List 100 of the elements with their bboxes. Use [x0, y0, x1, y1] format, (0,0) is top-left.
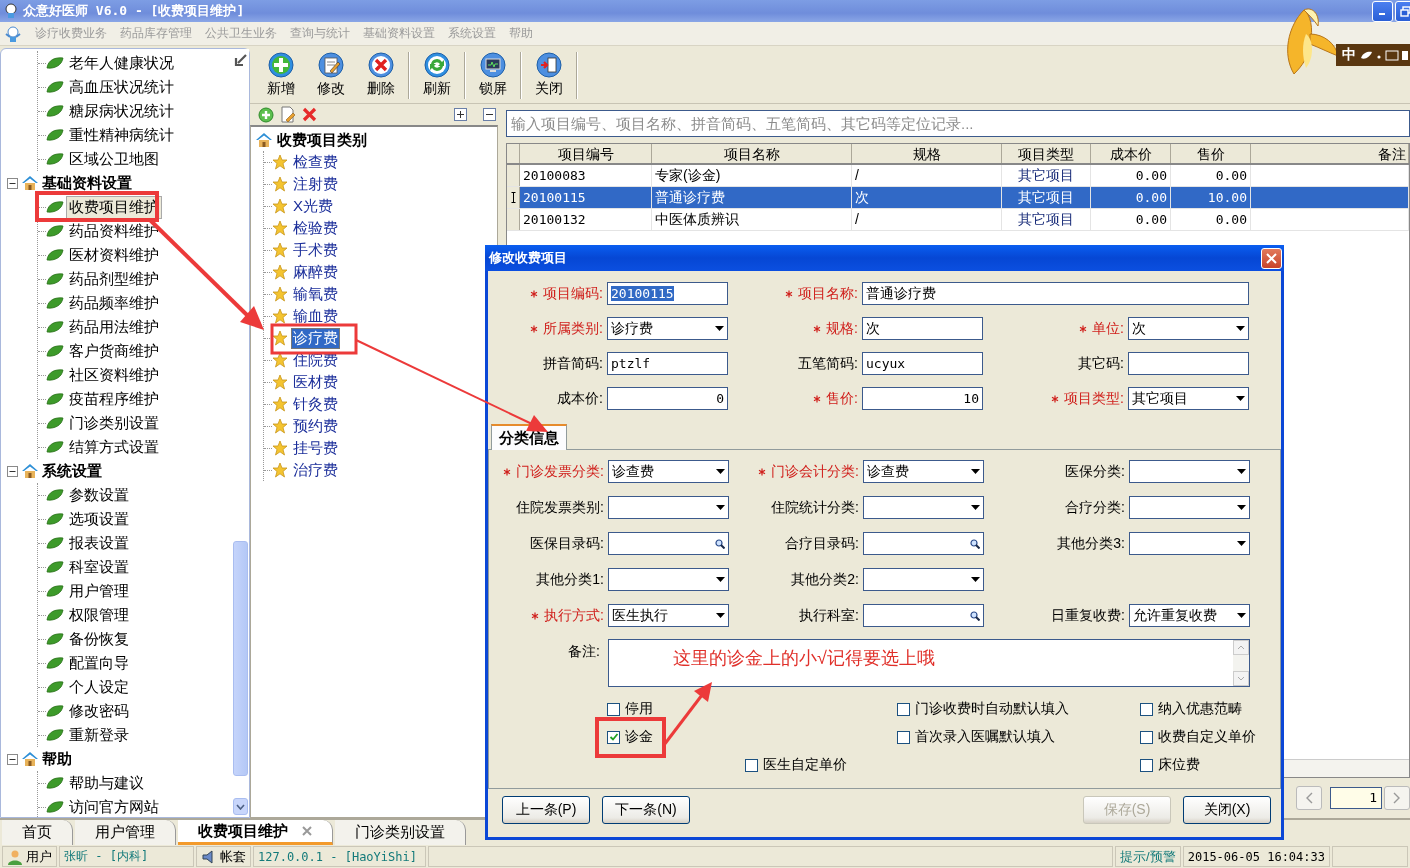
collapse-icon[interactable]	[7, 177, 18, 189]
collapse-all-button[interactable]	[483, 108, 496, 121]
checkbox[interactable]: 门诊收费时自动默认填入	[897, 695, 1140, 723]
category-item[interactable]: 预约费	[291, 415, 340, 437]
nav-item[interactable]: 修改密码	[66, 699, 132, 723]
pin-icon[interactable]	[233, 53, 248, 67]
dropdown[interactable]	[863, 496, 984, 519]
column-header[interactable]: 成本价	[1091, 144, 1171, 163]
text-field[interactable]: 次	[862, 317, 983, 340]
collapse-icon[interactable]	[7, 753, 18, 765]
nav-item[interactable]: 科室设置	[66, 555, 132, 579]
nav-item[interactable]: 个人设定	[66, 675, 132, 699]
document-tab[interactable]: 首页	[2, 820, 73, 845]
column-header[interactable]: 规格	[852, 144, 1002, 163]
column-header[interactable]: 售价	[1171, 144, 1251, 163]
toolbar-button[interactable]: 锁屏	[470, 52, 516, 103]
nav-item[interactable]: 参数设置	[66, 483, 132, 507]
lookup-field[interactable]	[863, 532, 984, 555]
nav-item[interactable]: 备份恢复	[66, 627, 132, 651]
text-field[interactable]: ucyux	[862, 352, 983, 375]
category-item[interactable]: 手术费	[291, 239, 340, 261]
category-item[interactable]: 麻醉费	[291, 261, 340, 283]
toolbar-button[interactable]: 刷新	[414, 52, 460, 103]
category-item[interactable]: 输氧费	[291, 283, 340, 305]
nav-item[interactable]: 用户管理	[66, 579, 132, 603]
dropdown[interactable]	[608, 568, 729, 591]
nav-item[interactable]: 疫苗程序维护	[66, 387, 162, 411]
number-field[interactable]: 10	[862, 387, 983, 410]
text-field[interactable]: 20100115	[607, 282, 728, 305]
category-item[interactable]: 检查费	[291, 151, 340, 173]
text-field[interactable]: 普通诊疗费	[862, 282, 1249, 305]
document-tab[interactable]: 收费项目维护	[178, 820, 333, 845]
nav-item[interactable]: 糖尿病状况统计	[66, 99, 177, 123]
nav-item[interactable]: 社区资料维护	[66, 363, 162, 387]
text-field[interactable]: ptzlf	[607, 352, 728, 375]
scroll-down-button[interactable]	[233, 798, 248, 815]
close-icon[interactable]	[302, 826, 312, 836]
table-row[interactable]: 20100132 中医体质辨识 / 其它项目 0.00 0.00	[507, 209, 1409, 231]
toolbar-button[interactable]: 删除	[358, 52, 404, 103]
status-alerts[interactable]: 提示/预警	[1115, 846, 1181, 867]
number-field[interactable]: 0	[607, 387, 728, 410]
document-tab[interactable]: 用户管理	[75, 820, 176, 845]
collapse-icon[interactable]	[7, 465, 18, 477]
column-header[interactable]: 项目编号	[520, 144, 652, 163]
toolbar-button[interactable]: 修改	[308, 52, 354, 103]
dropdown[interactable]: 诊查费	[863, 460, 984, 483]
dropdown[interactable]: 诊疗费	[607, 317, 728, 340]
lookup-field[interactable]	[863, 604, 984, 627]
dropdown[interactable]	[863, 568, 984, 591]
category-item[interactable]: 针灸费	[291, 393, 340, 415]
category-item[interactable]: 诊疗费	[291, 327, 340, 349]
row-header[interactable]	[507, 187, 520, 208]
text-field[interactable]	[1128, 352, 1249, 375]
document-tab[interactable]: 门诊类别设置	[335, 820, 466, 845]
checkbox[interactable]: 首次录入医嘱默认填入	[897, 723, 1140, 751]
tab[interactable]: 分类信息	[491, 424, 567, 450]
nav-item[interactable]: 老年人健康状况	[66, 51, 177, 75]
table-row[interactable]: 20100115 普通诊疗费 次 其它项目 0.00 10.00	[507, 187, 1409, 209]
checkbox[interactable]: 床位费	[1140, 751, 1280, 779]
nav-group-header[interactable]: 帮助	[42, 749, 72, 769]
dialog-button[interactable]: 上一条(P)	[502, 796, 590, 824]
dropdown[interactable]	[608, 496, 729, 519]
checkbox[interactable]: 收费自定义单价	[1140, 723, 1280, 751]
lookup-field[interactable]	[608, 532, 729, 555]
minimize-button[interactable]	[1372, 1, 1393, 22]
dropdown[interactable]	[1129, 532, 1250, 555]
nav-item[interactable]: 报表设置	[66, 531, 132, 555]
dropdown[interactable]: 次	[1128, 317, 1249, 340]
edit-button[interactable]	[280, 106, 296, 123]
category-item[interactable]: 检验费	[291, 217, 340, 239]
restore-button[interactable]	[1395, 1, 1410, 22]
checkbox[interactable]: 医生自定单价	[745, 751, 897, 779]
tree-root[interactable]: 收费项目类别	[277, 130, 367, 150]
nav-item[interactable]: 重性精神病统计	[66, 123, 177, 147]
nav-item[interactable]: 结算方式设置	[66, 435, 162, 459]
category-item[interactable]: 住院费	[291, 349, 340, 371]
nav-item[interactable]: 选项设置	[66, 507, 132, 531]
add-button[interactable]	[258, 106, 274, 123]
dropdown[interactable]: 其它项目	[1128, 387, 1249, 410]
close-button[interactable]	[1261, 247, 1282, 269]
column-header[interactable]: 项目名称	[652, 144, 852, 163]
dropdown[interactable]	[1129, 496, 1250, 519]
dialog-button[interactable]: 关闭(X)	[1183, 796, 1271, 824]
column-header[interactable]: 项目类型	[1002, 144, 1091, 163]
category-item[interactable]: 输血费	[291, 305, 340, 327]
nav-item[interactable]: 重新登录	[66, 723, 132, 747]
page-field[interactable]: 1	[1330, 787, 1382, 809]
dropdown[interactable]: 允许重复收费	[1129, 604, 1250, 627]
toolbar-button[interactable]: 新增	[258, 52, 304, 103]
category-item[interactable]: 注射费	[291, 173, 340, 195]
expand-all-button[interactable]	[454, 108, 467, 121]
ime-toolbar[interactable]: 中	[1336, 44, 1410, 66]
nav-group-header[interactable]: 基础资料设置	[42, 173, 132, 193]
nav-item[interactable]: 访问官方网站	[66, 795, 162, 817]
search-field[interactable]: 输入项目编号、项目名称、拼音简码、五笔简码、其它码等定位记录...	[506, 110, 1410, 137]
dropdown[interactable]: 诊查费	[608, 460, 729, 483]
category-item[interactable]: X光费	[291, 195, 335, 217]
nav-item[interactable]: 药品频率维护	[66, 291, 162, 315]
ime-options-icon[interactable]	[1360, 49, 1408, 61]
nav-item[interactable]: 区域公卫地图	[66, 147, 162, 171]
